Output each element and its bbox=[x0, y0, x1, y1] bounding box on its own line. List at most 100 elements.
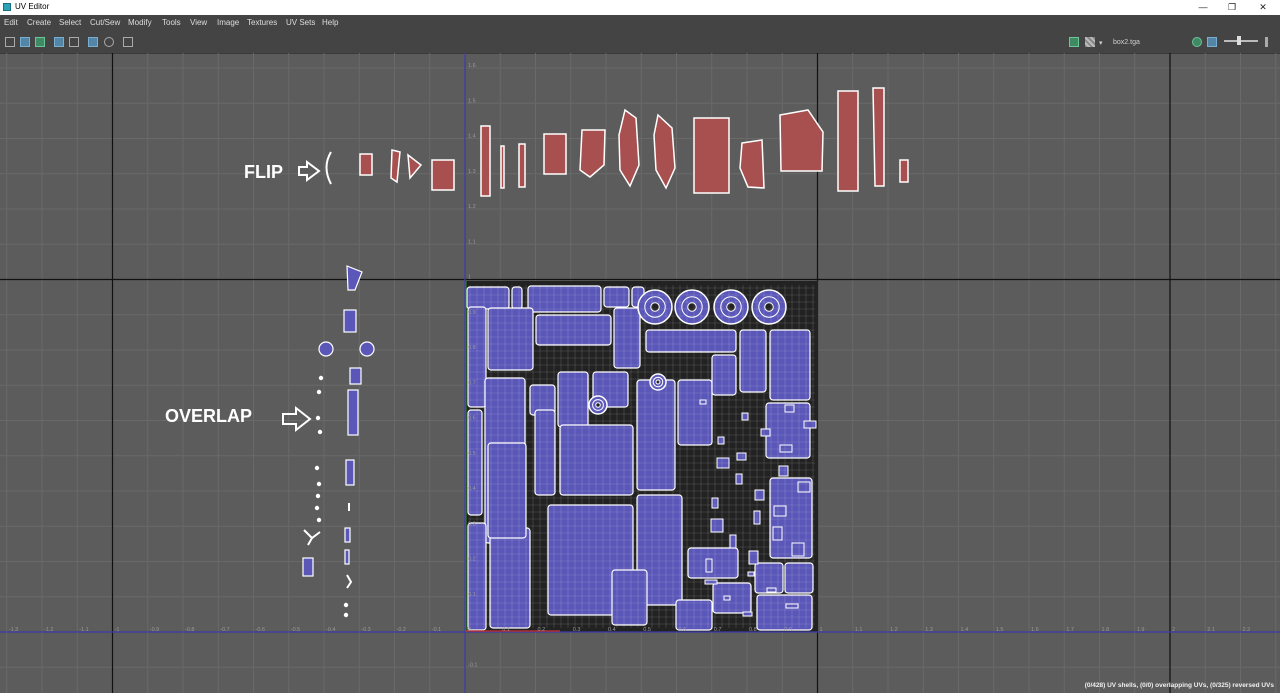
checker-display-icon[interactable] bbox=[88, 37, 98, 47]
image-display-icon[interactable] bbox=[1069, 37, 1079, 47]
title-bar: UV Editor — ❐ ✕ bbox=[0, 0, 1280, 15]
uv-viewport[interactable]: -1.3 -1.2 -1.1 -1 -0.9 -0.8 -0.7 -0.6 -0.5 -0.4 -0… bbox=[0, 53, 1280, 693]
uv-shell-small bbox=[747, 571, 755, 577]
u-tick-label: -0.1 bbox=[432, 627, 441, 633]
flipped-uv-shell bbox=[579, 129, 606, 178]
v-tick-label: 0.2 bbox=[468, 557, 476, 563]
uv-shell bbox=[559, 424, 634, 496]
overlapping-uv-shell-dot bbox=[316, 389, 322, 395]
flipped-uv-shell bbox=[618, 108, 640, 188]
snapshot-icon[interactable] bbox=[123, 37, 133, 47]
flipped-uv-shell bbox=[359, 153, 373, 176]
overlapping-uv-shell-dot bbox=[317, 429, 323, 435]
menu-modify[interactable]: Modify bbox=[128, 18, 152, 27]
menu-view[interactable]: View bbox=[190, 18, 207, 27]
menu-help[interactable]: Help bbox=[322, 18, 338, 27]
flipped-uv-shell-arc bbox=[325, 151, 332, 185]
menu-image[interactable]: Image bbox=[217, 18, 239, 27]
overlapping-uv-shell bbox=[347, 389, 359, 436]
uv-select-icon[interactable] bbox=[20, 37, 30, 47]
u-tick-label: -0.2 bbox=[397, 627, 406, 633]
overlapping-uv-shell-dot bbox=[314, 465, 320, 471]
uv-shell-small bbox=[742, 611, 753, 617]
flipped-uv-shell bbox=[899, 159, 909, 183]
wireframe-icon[interactable] bbox=[69, 37, 79, 47]
uv-shell bbox=[712, 582, 752, 614]
overlapping-uv-shell bbox=[345, 459, 355, 486]
uv-shell-small bbox=[754, 489, 765, 501]
u-tick-label: -1.1 bbox=[79, 627, 88, 633]
u-tick-label: -0.4 bbox=[326, 627, 335, 633]
chevron-down-icon[interactable]: ▾ bbox=[1099, 39, 1103, 47]
uv-shell-tire-hub bbox=[595, 402, 601, 408]
uv-shell-small bbox=[797, 481, 811, 493]
shaded-icon[interactable] bbox=[35, 37, 45, 47]
u-tick-label: -0.5 bbox=[291, 627, 300, 633]
menu-edit[interactable]: Edit bbox=[4, 18, 18, 27]
uv-toggle-icon[interactable] bbox=[1192, 37, 1202, 47]
image-name[interactable]: box2.tga bbox=[1113, 39, 1140, 46]
menu-select[interactable]: Select bbox=[59, 18, 81, 27]
uv-shell-small bbox=[779, 444, 793, 453]
flip-arrow-icon bbox=[298, 160, 321, 182]
u-tick-label: 0.6 bbox=[679, 627, 687, 633]
u-tick-label: 1.5 bbox=[996, 627, 1004, 633]
overlapping-uv-shell bbox=[344, 527, 351, 543]
menu-textures[interactable]: Textures bbox=[247, 18, 277, 27]
v-tick-label: 0.5 bbox=[468, 451, 476, 457]
overlapping-uv-shell bbox=[359, 341, 375, 357]
uv-shell bbox=[645, 329, 737, 353]
uv-shell-tire-hub bbox=[687, 302, 697, 312]
uv-shell-small bbox=[772, 526, 783, 541]
v-tick-label: 1 bbox=[468, 275, 471, 281]
menu-cutsew[interactable]: Cut/Sew bbox=[90, 18, 120, 27]
v-tick-label: 0.8 bbox=[468, 345, 476, 351]
flipped-uv-shells bbox=[325, 87, 909, 197]
u-tick-label: 0.2 bbox=[538, 627, 546, 633]
more-icon[interactable] bbox=[1265, 37, 1268, 47]
uv-shell-small bbox=[736, 452, 747, 461]
flipped-uv-shell bbox=[739, 139, 765, 189]
exposure-slider-handle[interactable] bbox=[1237, 36, 1241, 45]
u-tick-label: 1.7 bbox=[1066, 627, 1074, 633]
u-tick-label: 1.9 bbox=[1137, 627, 1145, 633]
uv-shell bbox=[466, 286, 510, 310]
u-tick-label: 0.7 bbox=[714, 627, 722, 633]
isolate-icon[interactable] bbox=[104, 37, 114, 47]
u-tick-label: 1.8 bbox=[1102, 627, 1110, 633]
overlapping-uv-shell-dot bbox=[343, 612, 349, 618]
u-tick-label: 0.9 bbox=[784, 627, 792, 633]
uv-shell-small bbox=[729, 534, 737, 549]
flipped-uv-shell bbox=[500, 145, 505, 189]
uv-shell-small bbox=[773, 505, 787, 517]
flipped-uv-shell bbox=[872, 87, 885, 187]
menu-uvsets[interactable]: UV Sets bbox=[286, 18, 315, 27]
overlapping-uv-shell-y bbox=[303, 529, 321, 546]
v-tick-label: 0.1 bbox=[468, 592, 476, 598]
u-tick-label: 1.1 bbox=[855, 627, 863, 633]
close-button[interactable]: ✕ bbox=[1246, 0, 1280, 15]
flip-annotation: FLIP bbox=[244, 162, 283, 182]
u-tick-label: -0.3 bbox=[361, 627, 370, 633]
menu-bar: Edit Create Select Cut/Sew Modify Tools View Im… bbox=[0, 15, 1280, 31]
grid-icon[interactable] bbox=[54, 37, 64, 47]
uv-shell bbox=[534, 409, 556, 496]
uv-shell-icon[interactable] bbox=[5, 37, 15, 47]
v-tick-label: 0.9 bbox=[468, 310, 476, 316]
overlapping-uv-shell-dot bbox=[318, 375, 324, 381]
uv-shell-small bbox=[748, 550, 759, 565]
flipped-uv-shell bbox=[431, 159, 455, 191]
uv-shell bbox=[511, 286, 523, 310]
uv-shell-small bbox=[778, 465, 789, 477]
menu-tools[interactable]: Tools bbox=[162, 18, 181, 27]
exposure-slider[interactable] bbox=[1224, 40, 1258, 42]
u-tick-label: 1 bbox=[820, 627, 823, 633]
u-tick-label: 2.2 bbox=[1243, 627, 1251, 633]
checker-icon[interactable] bbox=[1085, 37, 1095, 47]
restore-button[interactable]: ❐ bbox=[1215, 0, 1249, 15]
overlapping-uv-shell bbox=[349, 367, 362, 385]
uv-shell-small bbox=[766, 587, 777, 593]
menu-create[interactable]: Create bbox=[27, 18, 51, 27]
exposure-icon[interactable] bbox=[1207, 37, 1217, 47]
uv-shell-small bbox=[710, 518, 724, 533]
